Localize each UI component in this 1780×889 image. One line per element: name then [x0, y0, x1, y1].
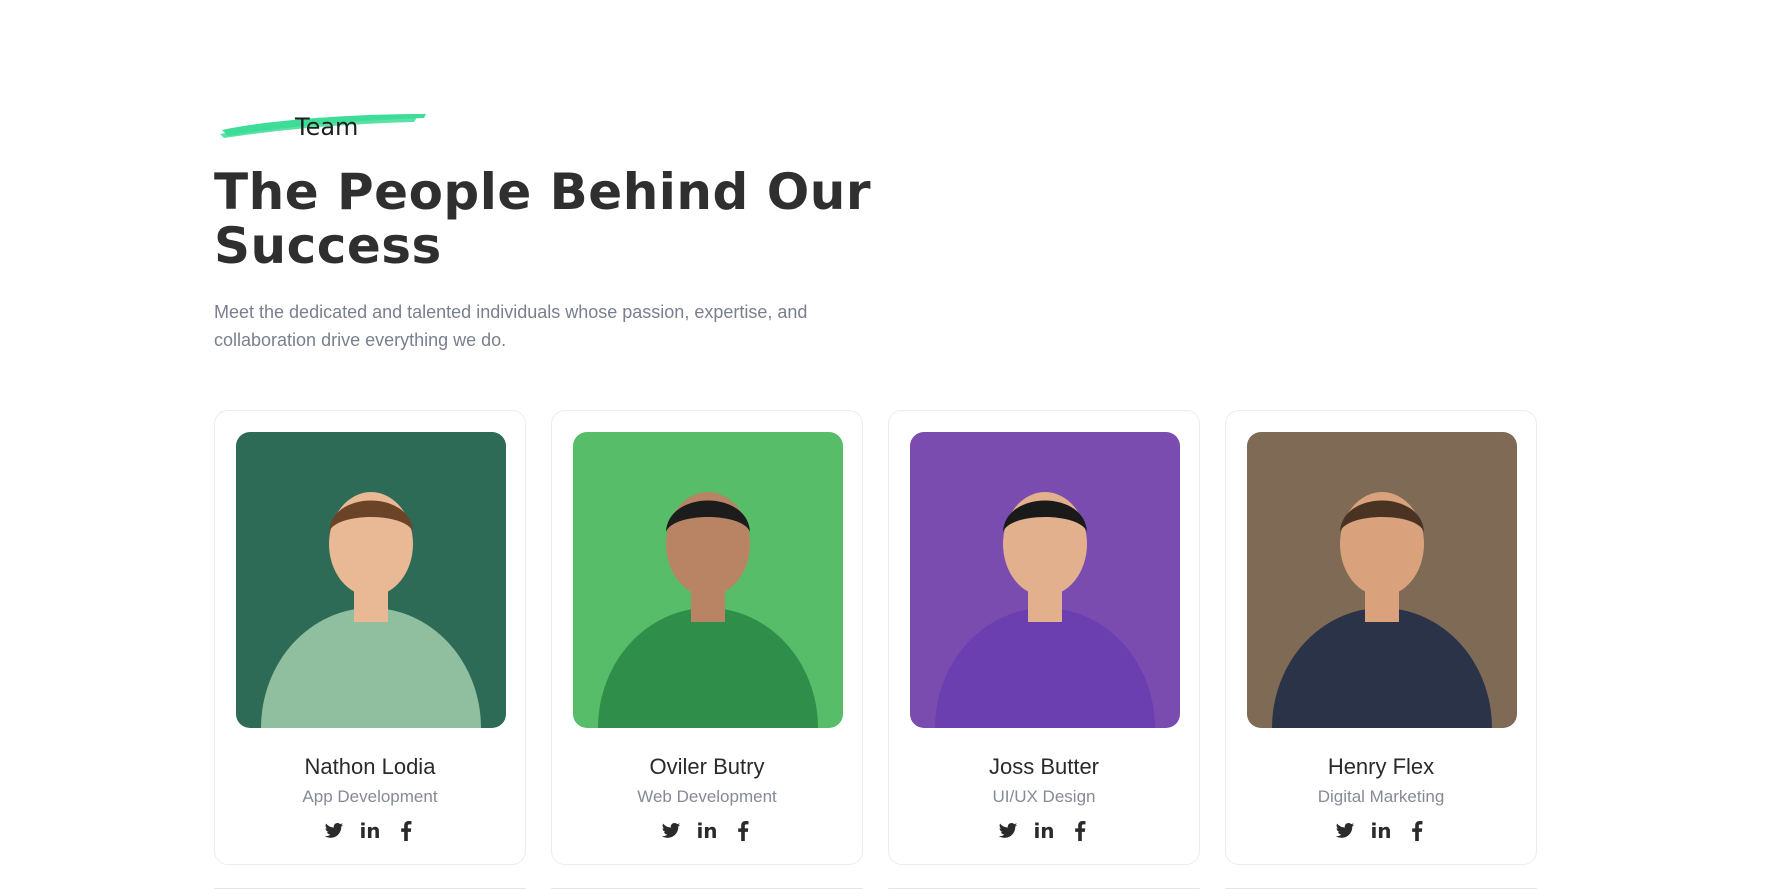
page-title: The People Behind Our Success	[214, 163, 871, 275]
social-links: in	[910, 820, 1178, 842]
section-eyebrow: Team	[218, 104, 438, 144]
twitter-icon[interactable]	[323, 820, 345, 842]
team-member-role: Web Development	[637, 787, 777, 806]
team-card: Oviler Butry Web Development in	[551, 410, 863, 865]
social-links: in	[573, 820, 841, 842]
team-card: Joss Butter UI/UX Design in	[888, 410, 1200, 865]
linkedin-label: in	[696, 819, 718, 843]
eyebrow-label: Team	[295, 113, 359, 141]
linkedin-label: in	[359, 819, 381, 843]
twitter-icon[interactable]	[997, 820, 1019, 842]
team-card: Henry Flex Digital Marketing in	[1225, 410, 1537, 865]
team-member-name: Henry Flex	[1327, 754, 1435, 779]
social-links: in	[1247, 820, 1515, 842]
team-member-photo	[1247, 432, 1517, 728]
linkedin-icon[interactable]: in	[359, 820, 381, 842]
team-member-name: Joss Butter	[988, 754, 1100, 779]
team-card-list: Nathon Lodia App Development in Oviler B…	[214, 410, 1537, 865]
twitter-icon[interactable]	[1334, 820, 1356, 842]
team-member-name: Oviler Butry	[649, 754, 765, 779]
linkedin-icon[interactable]: in	[1370, 820, 1392, 842]
team-member-role: Digital Marketing	[1317, 787, 1445, 806]
facebook-icon[interactable]	[732, 820, 754, 842]
linkedin-icon[interactable]: in	[1033, 820, 1055, 842]
team-member-photo	[910, 432, 1180, 728]
social-links: in	[236, 820, 504, 842]
team-card: Nathon Lodia App Development in	[214, 410, 526, 865]
team-member-photo	[236, 432, 506, 728]
team-member-role: UI/UX Design	[992, 787, 1096, 806]
linkedin-label: in	[1033, 819, 1055, 843]
facebook-icon[interactable]	[1069, 820, 1091, 842]
facebook-icon[interactable]	[395, 820, 417, 842]
linkedin-icon[interactable]: in	[696, 820, 718, 842]
team-member-role: App Development	[302, 787, 438, 806]
team-member-photo	[573, 432, 843, 728]
twitter-icon[interactable]	[660, 820, 682, 842]
linkedin-label: in	[1370, 819, 1392, 843]
team-member-name: Nathon Lodia	[304, 754, 436, 779]
section-subtitle: Meet the dedicated and talented individu…	[214, 302, 808, 350]
facebook-icon[interactable]	[1406, 820, 1428, 842]
